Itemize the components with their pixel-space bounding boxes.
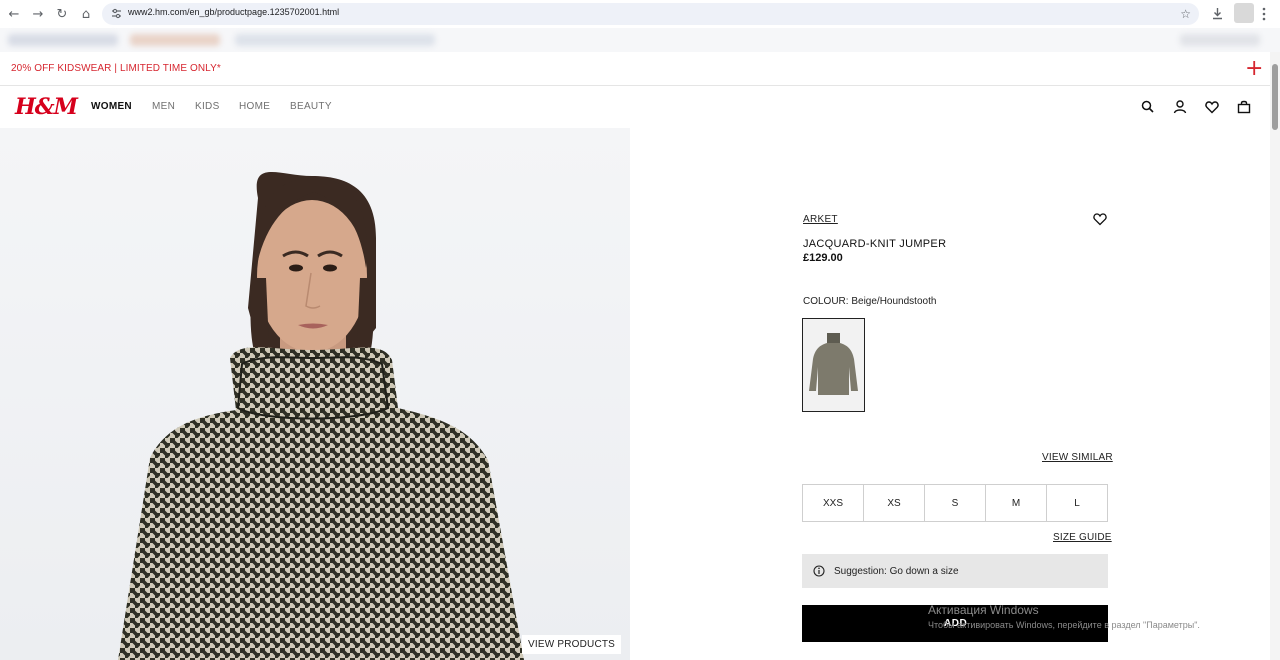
windows-activation-title: Активация Windows	[928, 603, 1039, 617]
product-image[interactable]	[0, 128, 630, 660]
colour-label: COLOUR: Beige/Houndstooth	[803, 296, 937, 307]
bookmarks-bar-blurred	[0, 28, 1280, 52]
hm-logo[interactable]: H&M	[15, 94, 78, 120]
forward-icon[interactable]: →	[30, 6, 46, 22]
promo-banner: 20% OFF KIDSWEAR | LIMITED TIME ONLY* +	[0, 52, 1270, 86]
product-price: £129.00	[803, 252, 843, 264]
page-scrollbar[interactable]	[1270, 52, 1280, 660]
browser-toolbar: ← → ↻ ⌂ www2.hm.com/en_gb/productpage.12…	[0, 0, 1280, 28]
nav-beauty[interactable]: BEAUTY	[290, 101, 332, 112]
brand-link[interactable]: ARKET	[803, 214, 838, 225]
bookmark-star-icon[interactable]: ☆	[1180, 7, 1191, 21]
view-products-button[interactable]: VIEW PRODUCTS	[522, 635, 622, 654]
site-info-icon[interactable]	[111, 8, 122, 19]
search-icon[interactable]	[1140, 99, 1156, 115]
swatch-thumbnail	[803, 319, 864, 411]
scrollbar-thumb[interactable]	[1272, 64, 1278, 130]
download-icon[interactable]	[1211, 7, 1224, 20]
promo-text[interactable]: 20% OFF KIDSWEAR | LIMITED TIME ONLY*	[11, 63, 221, 74]
size-option-xs[interactable]: XS	[864, 485, 925, 521]
nav-men[interactable]: MEN	[152, 101, 175, 112]
add-to-favourites-icon[interactable]	[1092, 211, 1108, 227]
url-text: www2.hm.com/en_gb/productpage.1235702001…	[128, 7, 340, 17]
view-similar-link[interactable]: VIEW SIMILAR	[1042, 452, 1113, 463]
back-icon[interactable]: ←	[6, 6, 22, 22]
profile-avatar[interactable]	[1234, 3, 1254, 23]
home-icon[interactable]: ⌂	[78, 6, 94, 22]
colour-swatch-beige-houndstooth[interactable]	[802, 318, 865, 412]
windows-activation-subtitle: Чтобы активировать Windows, перейдите в …	[928, 620, 1200, 630]
site-header: H&M WOMEN MEN KIDS HOME BEAUTY	[0, 86, 1270, 128]
expand-promo-icon[interactable]: +	[1245, 55, 1263, 83]
shopping-bag-icon[interactable]	[1236, 99, 1252, 115]
size-suggestion-box: Suggestion: Go down a size	[802, 554, 1108, 588]
product-name: JACQUARD-KNIT JUMPER	[803, 238, 947, 250]
size-option-l[interactable]: L	[1047, 485, 1107, 521]
size-option-s[interactable]: S	[925, 485, 986, 521]
reload-icon[interactable]: ↻	[54, 6, 70, 22]
size-option-xxs[interactable]: XXS	[803, 485, 864, 521]
address-bar[interactable]: www2.hm.com/en_gb/productpage.1235702001…	[102, 3, 1199, 25]
nav-kids[interactable]: KIDS	[195, 101, 220, 112]
size-selector: XXS XS S M L	[802, 484, 1108, 522]
size-option-m[interactable]: M	[986, 485, 1047, 521]
size-suggestion-text: Suggestion: Go down a size	[834, 566, 959, 577]
info-icon	[813, 565, 825, 577]
browser-menu-icon[interactable]	[1262, 7, 1266, 21]
nav-women[interactable]: WOMEN	[91, 101, 132, 112]
nav-home[interactable]: HOME	[239, 101, 270, 112]
model-photo	[0, 128, 630, 660]
account-icon[interactable]	[1172, 99, 1188, 115]
favourites-icon[interactable]	[1204, 99, 1220, 115]
size-guide-link[interactable]: SIZE GUIDE	[1053, 532, 1112, 543]
